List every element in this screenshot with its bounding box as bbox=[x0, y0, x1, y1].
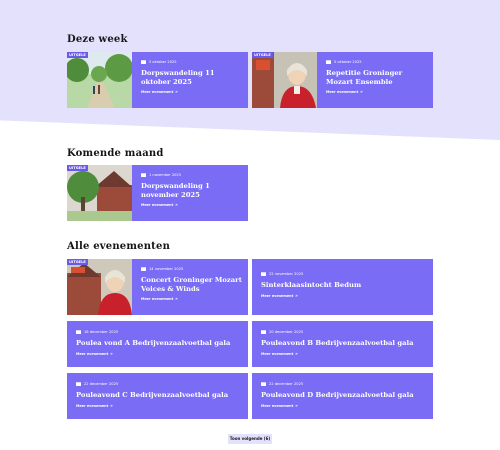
event-card[interactable]: UITGELE 5 oktober 2025 Dorpswandeling 11… bbox=[67, 52, 248, 108]
event-card[interactable]: 20 december 2025 Pouleavond B Bedrijvenz… bbox=[252, 321, 433, 367]
event-card-body: 14 november 2025 Concert Groninger Mozar… bbox=[141, 267, 245, 301]
more-link-label: Meer evenement bbox=[261, 293, 294, 298]
more-link-label: Meer evenement bbox=[326, 90, 359, 94]
event-card-body: 18 december 2025 Poulea vond A Bedrijven… bbox=[76, 330, 241, 356]
arrow-right-icon: » bbox=[295, 292, 298, 298]
more-link-label: Meer evenement bbox=[261, 351, 294, 356]
event-tag: UITGELE bbox=[67, 52, 88, 58]
more-link-label: Meer evenement bbox=[76, 403, 109, 408]
event-date-text: 14 november 2025 bbox=[149, 267, 184, 271]
show-more-button[interactable]: Toon volgende (6) bbox=[228, 434, 272, 444]
more-link[interactable]: Meer evenement » bbox=[261, 402, 426, 408]
calendar-icon bbox=[261, 330, 266, 334]
event-date-text: 1 november 2025 bbox=[149, 173, 182, 177]
calendar-icon bbox=[326, 60, 331, 64]
event-tag: UITGELE bbox=[252, 52, 273, 58]
event-title[interactable]: Concert Groninger Mozart Voices & Winds bbox=[141, 276, 245, 293]
more-link-label: Meer evenement bbox=[141, 203, 174, 207]
arrow-right-icon: » bbox=[295, 402, 298, 408]
more-link-label: Meer evenement bbox=[261, 403, 294, 408]
event-title[interactable]: Pouleavond B Bedrijvenzaalvoetbal gala bbox=[261, 339, 426, 348]
event-date-text: 5 oktober 2025 bbox=[334, 60, 362, 64]
more-link-label: Meer evenement bbox=[141, 297, 174, 301]
section-title-all-events: Alle evenementen bbox=[67, 241, 171, 252]
calendar-icon bbox=[261, 272, 266, 276]
event-date-text: 20 december 2025 bbox=[269, 330, 304, 334]
event-date-text: 22 november 2025 bbox=[269, 272, 304, 276]
calendar-icon bbox=[261, 382, 266, 386]
event-image bbox=[252, 52, 317, 108]
arrow-right-icon: » bbox=[295, 350, 298, 356]
event-image bbox=[67, 259, 132, 315]
event-title[interactable]: Pouleavond C Bedrijvenzaalvoetbal gala bbox=[76, 391, 241, 400]
calendar-icon bbox=[76, 330, 81, 334]
event-date: 22 november 2025 bbox=[261, 272, 426, 276]
more-link[interactable]: Meer evenement » bbox=[141, 202, 241, 208]
event-card-body: 22 december 2025 Pouleavond C Bedrijvenz… bbox=[76, 382, 241, 408]
event-image bbox=[67, 165, 132, 221]
event-title[interactable]: Repetitie Groninger Mozart Ensemble bbox=[326, 69, 426, 86]
event-date: 5 oktober 2025 bbox=[326, 60, 426, 64]
event-card-body: 1 november 2025 Dorpswandeling 1 novembe… bbox=[141, 173, 241, 207]
event-title[interactable]: Dorpswandeling 11 oktober 2025 bbox=[141, 69, 241, 86]
more-link[interactable]: Meer evenement » bbox=[141, 89, 241, 95]
arrow-right-icon: » bbox=[360, 89, 363, 94]
more-link-label: Meer evenement bbox=[141, 90, 174, 94]
more-link[interactable]: Meer evenement » bbox=[261, 350, 426, 356]
more-link[interactable]: Meer evenement » bbox=[326, 89, 426, 95]
calendar-icon bbox=[141, 267, 146, 271]
event-date: 18 december 2025 bbox=[76, 330, 241, 334]
event-card-body: 22 december 2025 Pouleavond D Bedrijvenz… bbox=[261, 382, 426, 408]
event-card[interactable]: 22 november 2025 Sinterklaasintocht Bedu… bbox=[252, 259, 433, 315]
arrow-right-icon: » bbox=[175, 89, 178, 94]
event-card-body: 20 december 2025 Pouleavond B Bedrijvenz… bbox=[261, 330, 426, 356]
event-title[interactable]: Sinterklaasintocht Bedum bbox=[261, 281, 426, 290]
calendar-icon bbox=[76, 382, 81, 386]
event-card[interactable]: UITGELE 1 november 2025 Dorpswandeling 1… bbox=[67, 165, 248, 221]
event-title[interactable]: Pouleavond D Bedrijvenzaalvoetbal gala bbox=[261, 391, 426, 400]
more-link[interactable]: Meer evenement » bbox=[141, 296, 245, 302]
event-date: 22 december 2025 bbox=[261, 382, 426, 386]
event-title[interactable]: Poulea vond A Bedrijvenzaalvoetbal gala bbox=[76, 339, 241, 348]
event-card-body: 5 oktober 2025 Dorpswandeling 11 oktober… bbox=[141, 60, 241, 94]
calendar-icon bbox=[141, 173, 146, 177]
event-card[interactable]: UITGELE 5 oktober 2025 Repetitie Groning… bbox=[252, 52, 433, 108]
event-card-body: 5 oktober 2025 Repetitie Groninger Mozar… bbox=[326, 60, 426, 94]
arrow-right-icon: » bbox=[175, 296, 178, 301]
event-date: 22 december 2025 bbox=[76, 382, 241, 386]
event-date-text: 18 december 2025 bbox=[84, 330, 119, 334]
event-card[interactable]: 22 december 2025 Pouleavond D Bedrijvenz… bbox=[252, 373, 433, 419]
calendar-icon bbox=[141, 60, 146, 64]
event-title[interactable]: Dorpswandeling 1 november 2025 bbox=[141, 182, 241, 199]
event-date-text: 22 december 2025 bbox=[269, 382, 304, 386]
event-card[interactable]: 18 december 2025 Poulea vond A Bedrijven… bbox=[67, 321, 248, 367]
event-date-text: 5 oktober 2025 bbox=[149, 60, 177, 64]
more-link-label: Meer evenement bbox=[76, 351, 109, 356]
section-title-next-month: Komende maand bbox=[67, 148, 164, 159]
event-card[interactable]: 22 december 2025 Pouleavond C Bedrijvenz… bbox=[67, 373, 248, 419]
arrow-right-icon: » bbox=[175, 202, 178, 207]
more-link[interactable]: Meer evenement » bbox=[76, 350, 241, 356]
event-card-body: 22 november 2025 Sinterklaasintocht Bedu… bbox=[261, 272, 426, 298]
event-date: 14 november 2025 bbox=[141, 267, 245, 271]
arrow-right-icon: » bbox=[110, 350, 113, 356]
event-date-text: 22 december 2025 bbox=[84, 382, 119, 386]
event-card[interactable]: UITGELE 14 november 2025 Concert Groning… bbox=[67, 259, 248, 315]
event-tag: UITGELE bbox=[67, 165, 88, 171]
more-link[interactable]: Meer evenement » bbox=[261, 292, 426, 298]
arrow-right-icon: » bbox=[110, 402, 113, 408]
event-date: 1 november 2025 bbox=[141, 173, 241, 177]
event-image bbox=[67, 52, 132, 108]
event-date: 20 december 2025 bbox=[261, 330, 426, 334]
more-link[interactable]: Meer evenement » bbox=[76, 402, 241, 408]
section-title-this-week: Deze week bbox=[67, 34, 128, 45]
event-tag: UITGELE bbox=[67, 259, 88, 265]
event-date: 5 oktober 2025 bbox=[141, 60, 241, 64]
